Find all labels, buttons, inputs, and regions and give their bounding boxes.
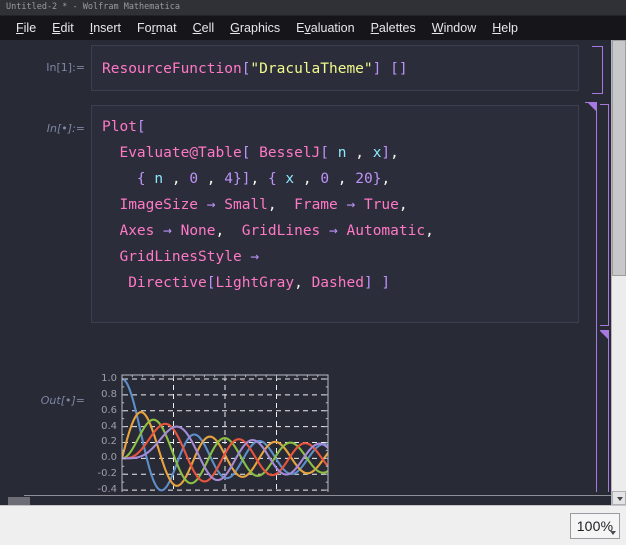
code-box-2[interactable]: Plot[ Evaluate@Table[ BesselJ[ n , x], {… [91,105,579,323]
vertical-scrollbar[interactable] [611,40,626,505]
cell-label-out: Out[•]= [40,394,85,407]
horizontal-scroll-thumb[interactable] [8,497,30,505]
cell-bracket-output[interactable] [600,330,609,500]
scroll-track-line [24,495,612,496]
output-cell[interactable]: Out[•]= -0.4 -0.2 0.0 0.2 0.4 0.6 0.8 1.… [0,328,612,505]
code-line: Directive[LightGray, Dashed] ] [128,275,391,291]
code-line: Axes → None, GridLines → Automatic, [119,223,434,239]
plot-svg [121,374,329,499]
code-text-1: ResourceFunction["DraculaTheme"] [] [92,46,578,82]
cell-bracket-input-2[interactable] [600,104,609,326]
code-line: { n , 0 , 4}], { x , 0 , 20}, [136,171,391,187]
menu-evaluation[interactable]: Evaluation [288,19,362,37]
input-cell-1[interactable]: In[1]:= ResourceFunction["DraculaTheme"]… [0,40,612,98]
window-title-bar: Untitled-2 * - Wolfram Mathematica [0,0,626,16]
code-line: Evaluate@Table[ BesselJ[ n , x], [119,145,399,161]
menu-insert[interactable]: Insert [82,19,129,37]
mathematica-window: Untitled-2 * - Wolfram Mathematica File E… [0,0,626,545]
y-tick-label: -0.2 [97,468,117,480]
status-bar: 100% [0,505,626,545]
menu-cell[interactable]: Cell [185,19,223,37]
scroll-down-arrow-icon[interactable] [612,491,626,505]
cell-bracket-group[interactable] [585,102,597,502]
y-tick-label: 1.0 [101,372,117,384]
code-line: Plot[ [102,119,146,135]
code-box-1[interactable]: ResourceFunction["DraculaTheme"] [] [91,45,579,91]
cell-bracket-input-1[interactable] [592,46,603,94]
menu-format[interactable]: Format [129,19,185,37]
menu-help[interactable]: Help [484,19,526,37]
menu-graphics[interactable]: Graphics [222,19,288,37]
cell-bracket-output-flag-icon [600,331,608,339]
code-text-2: Plot[ Evaluate@Table[ BesselJ[ n , x], {… [92,106,578,296]
cell-label-in2: In[•]:= [46,122,85,135]
y-tick-label: 0.6 [101,404,117,416]
menu-window[interactable]: Window [424,19,484,37]
zoom-level-label: 100% [576,518,614,534]
menu-palettes[interactable]: Palettes [363,19,424,37]
y-tick-label: 0.0 [101,452,117,464]
y-tick-label: 0.4 [101,420,117,432]
cell-label-in1: In[1]:= [46,61,85,74]
y-tick-label: 0.8 [101,388,117,400]
vertical-scroll-thumb[interactable] [612,40,626,276]
menu-edit[interactable]: Edit [44,19,82,37]
cell-bracket-flag-icon [594,47,602,55]
zoom-control[interactable]: 100% [570,513,620,539]
notebook-canvas[interactable]: In[1]:= ResourceFunction["DraculaTheme"]… [0,40,626,505]
window-title: Untitled-2 * - Wolfram Mathematica [6,2,180,12]
input-cell-2[interactable]: In[•]:= Plot[ Evaluate@Table[ BesselJ[ n… [0,100,612,328]
cell-bracket-group-flag-icon [588,103,596,111]
chevron-down-icon[interactable] [610,531,616,535]
code-line: ImageSize → Small, Frame → True, [119,197,408,213]
menu-bar: File Edit Insert Format Cell Graphics Evaluati… [0,16,626,41]
menu-file[interactable]: File [8,19,44,37]
code-line: GridLinesStyle → [119,249,260,265]
y-tick-label: 0.2 [101,436,117,448]
code-line: ResourceFunction["DraculaTheme"] [] [102,61,408,77]
bessel-plot[interactable]: -0.4-0.20.00.20.40.60.81.0 05101520 [85,370,335,505]
horizontal-scrollbar[interactable] [0,492,612,505]
